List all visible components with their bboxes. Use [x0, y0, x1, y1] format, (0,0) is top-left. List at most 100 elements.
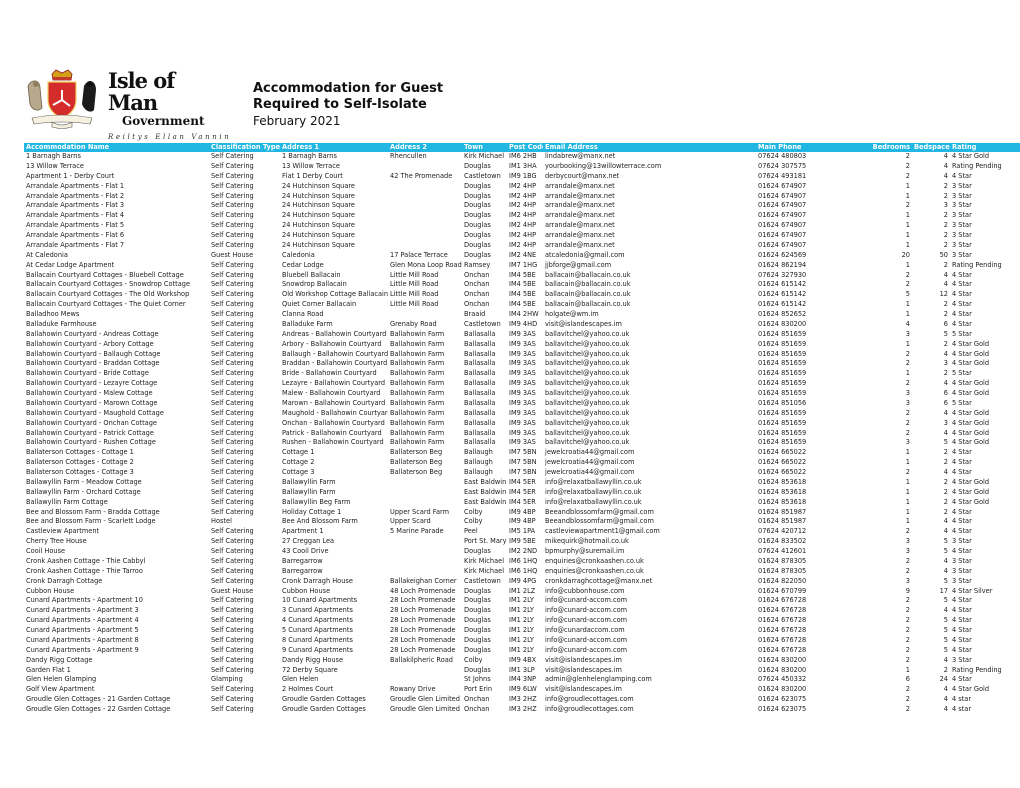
cell-classification-type: Self Catering [211, 349, 254, 358]
cell-post-code: IM2 4NE [509, 250, 537, 259]
table-row: Glen Helen Glamping Glamping Glen Helen St … [24, 675, 1020, 685]
cell-town: Douglas [464, 191, 491, 200]
cell-classification-type: Self Catering [211, 428, 254, 437]
cell-post-code: IM7 5BN [509, 448, 537, 457]
cell-classification-type: Self Catering [211, 635, 254, 644]
cell-email-address: ballavitchel@yahoo.co.uk [545, 349, 630, 358]
cell-town: Douglas [464, 250, 491, 259]
cell-email-address: admin@glenhelenglamping.com [545, 675, 652, 684]
cell-bedspaces: 2 [943, 231, 948, 239]
cell-address-2: Ballahowin Farm [390, 379, 445, 388]
cell-main-phone: 07624 307575 [758, 161, 807, 170]
cell-bedspaces: 4 [943, 379, 948, 388]
cell-address-1: Cottage 1 [282, 448, 315, 457]
cell-address-2: Rhencullen [390, 152, 427, 160]
cell-address-2: Little Mill Road [390, 270, 439, 279]
table-row: Ballawyllin Farm - Meadow Cottage Self Ca… [24, 478, 1020, 488]
cell-bedspaces: 2 [943, 339, 948, 348]
column-header-bedrooms: Bedrooms [862, 143, 912, 152]
cell-classification-type: Self Catering [211, 201, 254, 210]
cell-bedspaces: 6 [943, 389, 948, 397]
cell-bedrooms: 2 [905, 349, 910, 358]
cell-bedrooms: 1 [905, 240, 910, 249]
cell-email-address: arrandale@manx.net [545, 211, 615, 220]
cell-email-address: bpmurphy@suremail.im [545, 547, 625, 555]
cell-bedrooms: 1 [905, 487, 910, 496]
cell-rating: 4 Star Gold [952, 152, 990, 160]
cell-post-code: IM9 5BE [509, 537, 536, 546]
cell-accommodation-name: Ballaterson Cottages - Cottage 2 [26, 458, 134, 467]
cell-main-phone: 01624 878305 [758, 566, 807, 575]
cell-bedspaces: 5 [943, 547, 948, 555]
cell-address-2: 28 Loch Promenade [390, 596, 456, 605]
cell-rating: 3 Star [952, 240, 972, 249]
cell-bedspaces: 5 [943, 576, 948, 585]
cell-rating: Rating Pending [952, 161, 1002, 170]
cell-address-1: 13 Willow Terrace [282, 161, 340, 170]
isle-of-man-crest-icon [22, 68, 102, 130]
cell-town: Douglas [464, 596, 491, 605]
cell-accommodation-name: Cronk Aashen Cottage - Thie Tarroo [26, 566, 143, 575]
cell-town: Douglas [464, 231, 491, 239]
table-row: At Caledonia Guest House Caledonia 17 Palac… [24, 251, 1020, 261]
cell-rating: 4 Star [952, 280, 972, 289]
cell-post-code: IM9 3AS [509, 359, 536, 368]
cell-rating: 3 Star [952, 566, 972, 575]
cell-classification-type: Self Catering [211, 547, 254, 555]
cell-town: East Baldwin [464, 487, 507, 496]
cell-bedspaces: 2 [943, 240, 948, 249]
column-header-classification-type: Classification Type [209, 143, 280, 152]
cell-address-2: Ballahowin Farm [390, 339, 445, 348]
cell-accommodation-name: Arrandale Apartments - Flat 1 [26, 181, 125, 190]
table-row: Ballahowin Courtyard - Rushen Cottage Sel… [24, 438, 1020, 448]
cell-bedspaces: 4 [943, 408, 948, 417]
cell-rating: 3 Star [952, 655, 972, 664]
cell-email-address: visit@islandescapes.im [545, 319, 622, 328]
cell-post-code: IM9 3AS [509, 389, 536, 397]
cell-bedspaces: 12 [939, 290, 948, 299]
cell-town: Ramsey [464, 260, 491, 269]
cell-accommodation-name: Dandy Rigg Cottage [26, 655, 93, 664]
cell-bedspaces: 2 [943, 181, 948, 190]
cell-rating: 3 Star [952, 201, 972, 210]
table-row: Castleview Apartment Self Catering Apartme… [24, 527, 1020, 537]
cell-post-code: IM9 3AS [509, 339, 536, 348]
cell-post-code: IM4 5BE [509, 270, 536, 279]
cell-rating: 4 Star Silver [952, 586, 993, 595]
cell-classification-type: Glamping [211, 675, 243, 684]
cell-bedrooms: 1 [905, 300, 910, 309]
cell-address-1: Rushen - Ballahowin Courtyard [282, 438, 384, 447]
cell-main-phone: 01624 851659 [758, 329, 807, 338]
cell-email-address: atcaledonia@gmail.com [545, 250, 625, 259]
cell-main-phone: 01624 676728 [758, 596, 807, 605]
cell-main-phone: 01624 676728 [758, 635, 807, 644]
cell-classification-type: Self Catering [211, 260, 254, 269]
cell-accommodation-name: Ballahowin Courtyard - Malew Cottage [26, 389, 153, 397]
cell-main-phone: 01624 851659 [758, 369, 807, 378]
cell-main-phone: 01624 674907 [758, 181, 807, 190]
cell-post-code: IM4 5ER [509, 477, 536, 486]
cell-address-2: Little Mill Road [390, 300, 439, 309]
cell-email-address: info@cunard-accom.com [545, 606, 628, 615]
cell-rating: 4 Star [952, 626, 972, 634]
cell-bedrooms: 1 [905, 458, 910, 467]
cell-town: Castletown [464, 576, 501, 585]
table-header-row: Accommodation Name Classification Type Add… [24, 143, 1020, 152]
cell-accommodation-name: Glen Helen Glamping [26, 675, 97, 684]
table-row: Arrandale Apartments - Flat 6 Self Cateri… [24, 231, 1020, 241]
cell-address-1: Glen Helen [282, 675, 319, 684]
cell-bedrooms: 1 [905, 260, 910, 269]
cell-bedspaces: 4 [943, 695, 948, 704]
cell-bedrooms: 2 [905, 685, 910, 694]
cell-post-code: IM9 3AS [509, 418, 536, 427]
cell-address-1: 24 Hutchinson Square [282, 181, 355, 190]
cell-address-1: 24 Hutchinson Square [282, 191, 355, 200]
cell-post-code: IM2 2ND [509, 547, 538, 555]
cell-bedrooms: 2 [905, 201, 910, 210]
table-row: Ballahowin Courtyard - Malew Cottage Self… [24, 389, 1020, 399]
cell-bedspaces: 2 [943, 191, 948, 200]
cell-classification-type: Self Catering [211, 171, 254, 180]
cell-address-2: Ballahowin Farm [390, 408, 445, 417]
cell-rating: 4 Star [952, 448, 972, 457]
cell-bedrooms: 6 [905, 675, 910, 684]
